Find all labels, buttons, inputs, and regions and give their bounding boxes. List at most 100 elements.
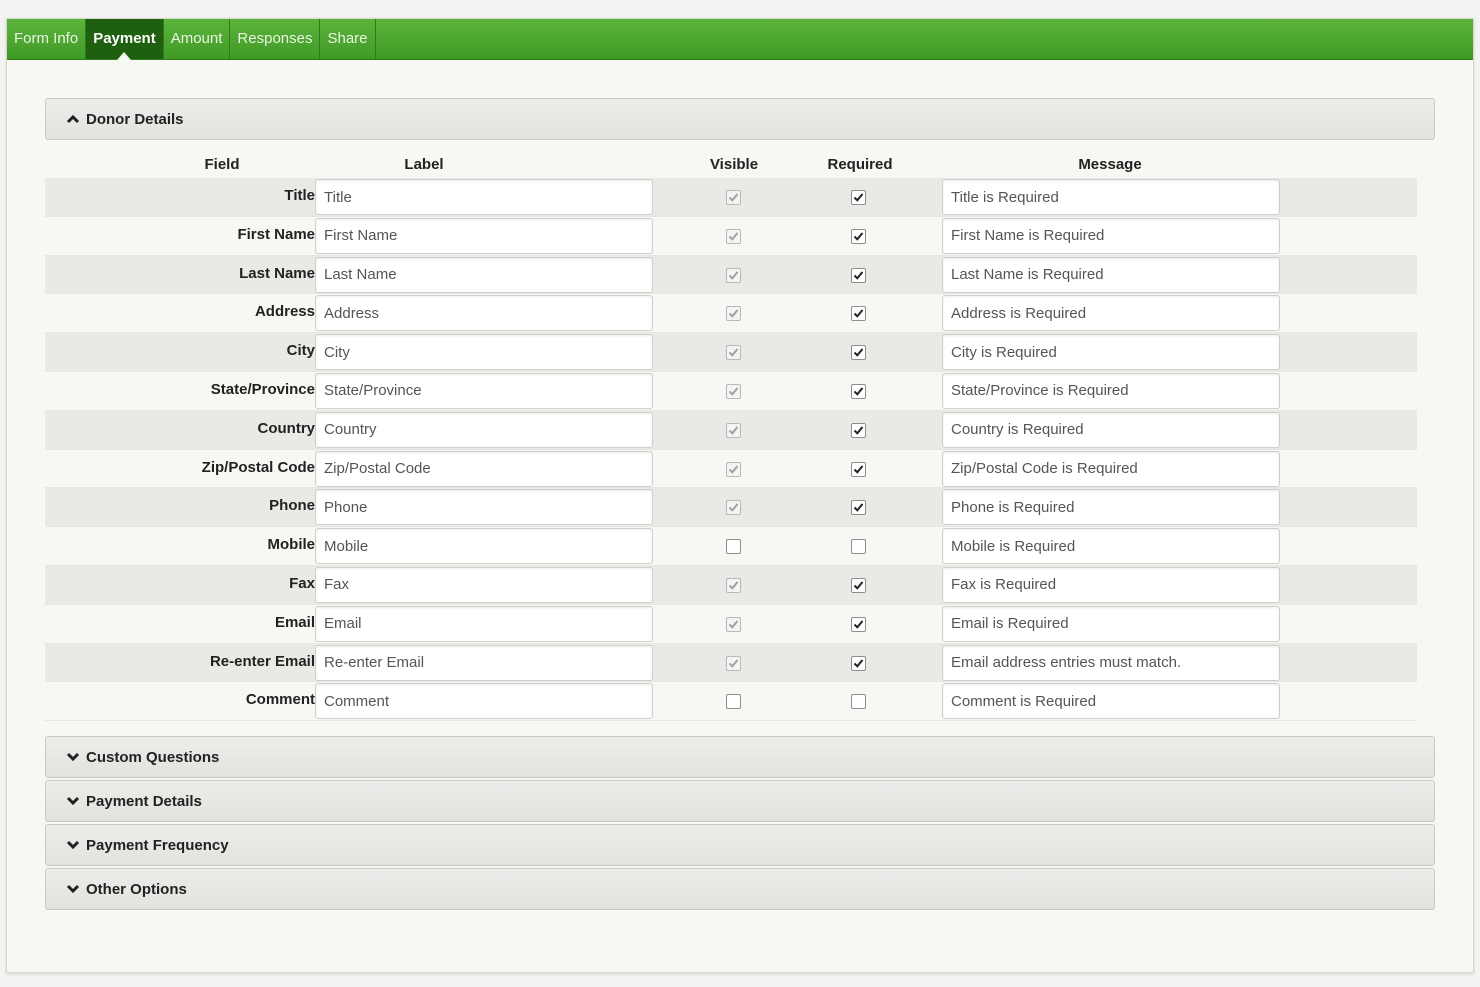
message-input[interactable]	[942, 566, 1280, 603]
column-header-visible: Visible	[709, 156, 759, 173]
message-input[interactable]	[942, 256, 1280, 293]
required-checkbox[interactable]	[851, 190, 866, 205]
label-input[interactable]	[315, 217, 653, 254]
field-name: Country	[257, 419, 316, 437]
chevron-up-icon	[66, 114, 80, 124]
field-name: Address	[254, 303, 315, 321]
label-input[interactable]	[315, 295, 653, 332]
required-checkbox[interactable]	[851, 461, 866, 477]
required-checkbox[interactable]	[851, 306, 866, 322]
label-input[interactable]	[315, 528, 653, 565]
visible-checkbox[interactable]	[726, 228, 741, 244]
visible-checkbox[interactable]	[726, 422, 741, 438]
other-options-header[interactable]: Other Options	[45, 868, 1435, 910]
table-row: Comment	[45, 682, 1417, 722]
visible-checkbox[interactable]	[726, 694, 741, 710]
form-editor-frame: Form Info Payment Amount Responses Share…	[6, 18, 1474, 973]
required-checkbox[interactable]	[851, 345, 866, 361]
visible-checkbox[interactable]	[726, 655, 741, 671]
field-name: Mobile	[267, 536, 316, 554]
field-name: Zip/Postal Code	[201, 458, 315, 476]
table-row: Phone	[45, 488, 1417, 528]
visible-checkbox[interactable]	[726, 577, 741, 593]
section-title: Other Options	[86, 880, 187, 898]
table-row: First Name	[45, 217, 1417, 256]
message-input[interactable]	[942, 450, 1280, 487]
message-input[interactable]	[942, 372, 1280, 409]
custom-questions-header[interactable]: Custom Questions	[45, 736, 1435, 778]
donor-details-header[interactable]: Donor Details	[45, 98, 1435, 140]
visible-checkbox[interactable]	[726, 267, 741, 283]
column-header-label: Label	[404, 156, 444, 173]
section-title: Custom Questions	[86, 748, 220, 766]
payment-frequency-header[interactable]: Payment Frequency	[45, 824, 1435, 866]
required-checkbox[interactable]	[851, 422, 866, 438]
field-name: Re-enter Email	[209, 652, 315, 670]
message-input[interactable]	[942, 179, 1280, 215]
tab-share[interactable]: Share	[320, 19, 376, 59]
message-input[interactable]	[942, 683, 1280, 720]
label-input[interactable]	[315, 489, 653, 526]
column-header-required: Required	[827, 156, 893, 173]
visible-checkbox[interactable]	[726, 383, 741, 399]
required-checkbox[interactable]	[851, 539, 866, 555]
visible-checkbox[interactable]	[726, 461, 741, 477]
visible-checkbox[interactable]	[726, 500, 741, 516]
required-checkbox[interactable]	[851, 655, 866, 671]
message-input[interactable]	[942, 528, 1280, 565]
visible-checkbox[interactable]	[726, 190, 741, 205]
visible-checkbox[interactable]	[726, 306, 741, 322]
visible-checkbox[interactable]	[726, 345, 741, 361]
column-header-field: Field	[204, 156, 240, 173]
required-checkbox[interactable]	[851, 577, 866, 593]
message-input[interactable]	[942, 644, 1280, 681]
label-input[interactable]	[315, 605, 653, 642]
message-input[interactable]	[942, 334, 1280, 371]
label-input[interactable]	[315, 334, 653, 371]
label-input[interactable]	[315, 566, 653, 603]
payment-details-header[interactable]: Payment Details	[45, 780, 1435, 822]
message-input[interactable]	[942, 605, 1280, 642]
tab-payment[interactable]: Payment	[86, 19, 164, 60]
label-input[interactable]	[315, 683, 653, 720]
required-checkbox[interactable]	[851, 267, 866, 283]
section-title: Payment Frequency	[86, 836, 229, 854]
label-input[interactable]	[315, 450, 653, 487]
donor-fields-table: Title First Name Last Name Address City State…	[45, 178, 1417, 722]
required-checkbox[interactable]	[851, 616, 866, 632]
label-input[interactable]	[315, 256, 653, 293]
column-header-message: Message	[1078, 156, 1142, 173]
visible-checkbox[interactable]	[726, 539, 741, 555]
table-row: Last Name	[45, 255, 1417, 295]
required-checkbox[interactable]	[851, 694, 866, 710]
chevron-down-icon	[66, 884, 80, 894]
chevron-down-icon	[66, 752, 80, 762]
table-row: Fax	[45, 565, 1417, 605]
table-row: City	[45, 333, 1417, 372]
chevron-down-icon	[66, 796, 80, 806]
tab-bar: Form Info Payment Amount Responses Share	[7, 19, 1473, 60]
required-checkbox[interactable]	[851, 500, 866, 516]
tab-responses[interactable]: Responses	[230, 19, 321, 59]
field-name: Email	[274, 613, 315, 631]
tab-form-info[interactable]: Form Info	[7, 19, 87, 59]
required-checkbox[interactable]	[851, 383, 866, 399]
label-input[interactable]	[315, 179, 653, 215]
table-row: Re-enter Email	[45, 643, 1417, 683]
label-input[interactable]	[315, 411, 653, 448]
table-row: Address	[45, 294, 1417, 334]
message-input[interactable]	[942, 489, 1280, 526]
field-name: Last Name	[239, 264, 315, 282]
message-input[interactable]	[942, 217, 1280, 254]
table-row: Country	[45, 410, 1417, 450]
table-row: Title	[45, 178, 1417, 217]
section-title: Payment Details	[86, 792, 202, 810]
chevron-down-icon	[66, 840, 80, 850]
tab-amount[interactable]: Amount	[164, 19, 231, 59]
visible-checkbox[interactable]	[726, 616, 741, 632]
message-input[interactable]	[942, 295, 1280, 332]
label-input[interactable]	[315, 372, 653, 409]
label-input[interactable]	[315, 644, 653, 681]
message-input[interactable]	[942, 411, 1280, 448]
required-checkbox[interactable]	[851, 228, 866, 244]
